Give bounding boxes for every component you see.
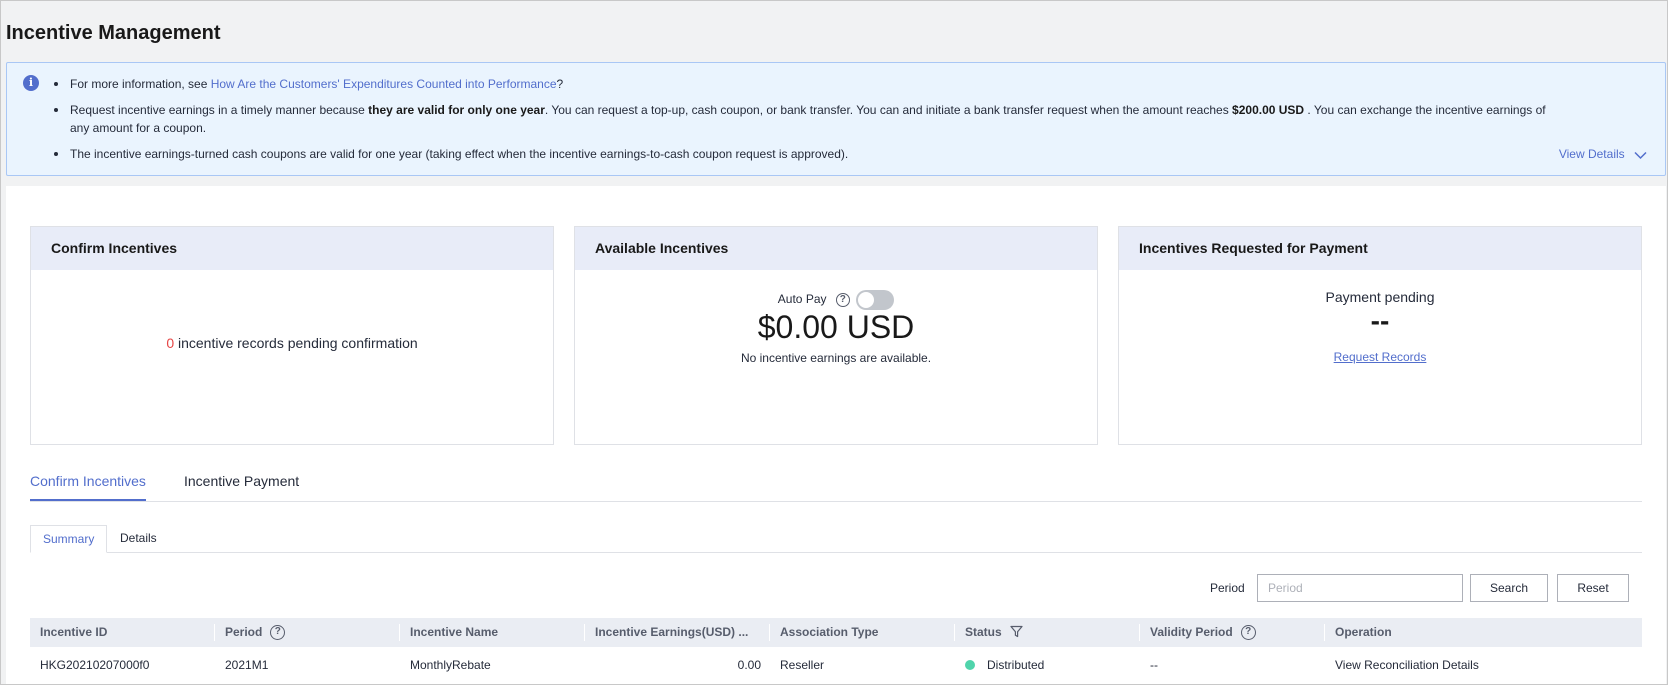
notice-text: ? [556, 77, 564, 91]
card-title: Available Incentives [575, 227, 1097, 270]
payment-status: Payment pending [1325, 289, 1435, 305]
notice-text: The incentive earnings-turned cash coupo… [70, 147, 849, 161]
column-header-validity-period[interactable]: Validity Period? [1140, 618, 1256, 647]
view-details-toggle[interactable]: View Details [1559, 147, 1647, 161]
available-amount: $0.00 USD [757, 309, 915, 345]
period-input[interactable] [1257, 574, 1463, 602]
reset-button[interactable]: Reset [1557, 574, 1629, 602]
column-label: Operation [1335, 625, 1392, 639]
status-label: Distributed [987, 658, 1045, 672]
column-header-association-type[interactable]: Association Type [770, 618, 878, 647]
notice-bold-text: they are valid for only one year [368, 103, 545, 117]
period-filter-label: Period [1210, 581, 1245, 595]
table-row: HKG20210207000f0 2021M1 MonthlyRebate 0.… [30, 651, 1642, 680]
main-tabs: Confirm Incentives Incentive Payment [30, 460, 1642, 502]
column-header-period[interactable]: Period? [215, 618, 286, 647]
notice-bold-amount: $200.00 USD [1232, 103, 1305, 117]
requested-amount: -- [1370, 305, 1390, 336]
notice-bullet-1: For more information, see How Are the Cu… [52, 75, 1552, 93]
request-records-link[interactable]: Request Records [1119, 350, 1641, 364]
auto-pay-toggle[interactable] [856, 290, 895, 310]
pending-count[interactable]: 0 [166, 335, 174, 351]
cell-association-type: Reseller [780, 658, 825, 672]
column-label: Association Type [780, 625, 879, 639]
subtab-details[interactable]: Details [108, 525, 169, 553]
cell-validity-period: -- [1150, 658, 1158, 672]
column-header-operation: Operation [1325, 618, 1392, 647]
pending-confirmation-text: 0 incentive records pending confirmation [31, 335, 553, 351]
incentive-id-link[interactable]: HKG20210207000f0 [30, 651, 149, 680]
cell-earnings: 0.00 [737, 658, 761, 672]
requested-payment-card: Incentives Requested for Payment Payment… [1118, 226, 1642, 445]
cell-period: 2021M1 [225, 658, 269, 672]
performance-info-link[interactable]: How Are the Customers' Expenditures Coun… [211, 77, 557, 91]
cell-status: Distributed [955, 651, 1044, 680]
notice-text: For more information, see [70, 77, 211, 91]
cell-incentive-name: MonthlyRebate [410, 658, 491, 672]
pending-label: incentive records pending confirmation [174, 335, 418, 351]
help-icon[interactable]: ? [270, 625, 286, 641]
notice-text: . You can request a top-up, cash coupon,… [544, 103, 1233, 117]
available-incentives-card: Available Incentives Auto Pay ? $0.00 US… [574, 226, 1098, 445]
notice-text: Request incentive earnings in a timely m… [70, 103, 369, 117]
subtab-summary[interactable]: Summary [30, 525, 108, 553]
help-icon[interactable]: ? [835, 293, 850, 307]
column-label: Validity Period [1150, 625, 1233, 639]
column-header-incentive-name[interactable]: Incentive Name [400, 618, 498, 647]
info-icon: i [23, 75, 39, 91]
column-header-earnings[interactable]: Incentive Earnings(USD) ... [585, 618, 748, 647]
card-title: Incentives Requested for Payment [1119, 227, 1641, 270]
search-button[interactable]: Search [1470, 574, 1548, 602]
notice-list: For more information, see How Are the Cu… [52, 75, 1552, 163]
confirm-incentives-card: Confirm Incentives 0 incentive records p… [30, 226, 554, 445]
help-icon[interactable]: ? [1240, 625, 1256, 641]
column-header-status[interactable]: Status [955, 618, 1023, 647]
page-title: Incentive Management [6, 22, 221, 44]
column-label: Incentive Name [410, 625, 499, 639]
view-details-label: View Details [1558, 147, 1625, 161]
auto-pay-row: Auto Pay ? [575, 290, 1097, 310]
column-label: Incentive Earnings(USD) ... [595, 625, 749, 639]
column-label: Period [225, 625, 263, 639]
notice-bullet-2: Request incentive earnings in a timely m… [52, 101, 1552, 137]
no-earnings-note: No incentive earnings are available. [740, 351, 932, 365]
notice-bullet-3: The incentive earnings-turned cash coupo… [52, 145, 1552, 163]
view-reconciliation-details-link[interactable]: View Reconciliation Details [1325, 651, 1479, 680]
card-title: Confirm Incentives [31, 227, 553, 270]
status-dot [965, 660, 975, 670]
info-notice: i For more information, see How Are the … [6, 62, 1666, 176]
chevron-down-icon [1634, 151, 1647, 160]
active-tab-indicator [30, 499, 146, 501]
tab-confirm-incentives[interactable]: Confirm Incentives [30, 473, 146, 489]
column-label: Incentive ID [40, 625, 108, 639]
filter-icon[interactable] [1010, 625, 1023, 638]
table-header: Incentive ID Period? Incentive Name Ince… [30, 618, 1642, 647]
sub-tabs: Summary Details [30, 525, 1642, 553]
auto-pay-label: Auto Pay [777, 292, 827, 307]
column-header-incentive-id[interactable]: Incentive ID [30, 618, 107, 647]
column-label: Status [965, 625, 1002, 639]
tab-incentive-payment[interactable]: Incentive Payment [184, 473, 299, 489]
